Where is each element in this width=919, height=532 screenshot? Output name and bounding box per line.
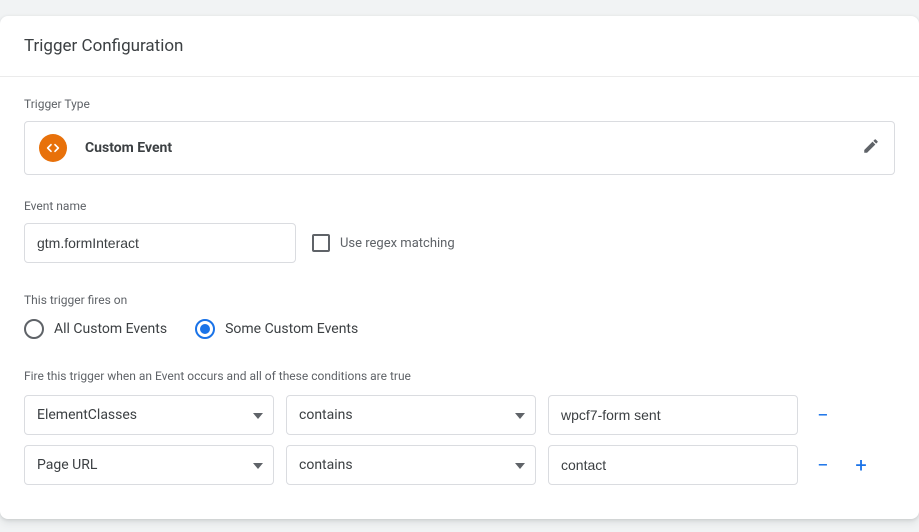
edit-icon[interactable] [862,137,880,159]
chevron-down-icon [515,457,525,473]
conditions-list: ElementClasses contains − [24,395,895,485]
code-icon [39,134,67,162]
select-value: contains [299,457,353,473]
conditions-label: Fire this trigger when an Event occurs a… [24,369,895,383]
condition-row: Page URL contains − + [24,445,895,485]
condition-operator-select[interactable]: contains [286,445,536,485]
radio-label: All Custom Events [54,321,167,337]
condition-row: ElementClasses contains − [24,395,895,435]
trigger-type-value: Custom Event [85,140,862,156]
condition-value-input[interactable] [548,445,798,485]
trigger-type-row[interactable]: Custom Event [24,121,895,175]
card-body: Trigger Type Custom Event Event name Use… [0,77,919,519]
event-name-label: Event name [24,199,895,213]
remove-condition-button[interactable]: − [810,402,836,428]
regex-checkbox-label: Use regex matching [340,236,455,251]
radio-icon [195,319,215,339]
select-value: ElementClasses [37,407,137,423]
add-condition-button[interactable]: + [848,452,874,478]
fires-on-radio-group: All Custom Events Some Custom Events [24,319,895,339]
chevron-down-icon [515,407,525,423]
regex-checkbox[interactable]: Use regex matching [312,234,455,252]
chevron-down-icon [253,407,263,423]
condition-value-input[interactable] [548,395,798,435]
radio-label: Some Custom Events [225,321,358,337]
card-title: Trigger Configuration [0,16,919,77]
select-value: Page URL [37,457,97,473]
checkbox-icon [312,234,330,252]
select-value: contains [299,407,353,423]
fires-on-label: This trigger fires on [24,293,895,307]
condition-operator-select[interactable]: contains [286,395,536,435]
event-name-input[interactable] [24,223,296,263]
trigger-config-card: Trigger Configuration Trigger Type Custo… [0,16,919,519]
chevron-down-icon [253,457,263,473]
remove-condition-button[interactable]: − [810,452,836,478]
radio-some-custom-events[interactable]: Some Custom Events [195,319,358,339]
radio-all-custom-events[interactable]: All Custom Events [24,319,167,339]
condition-variable-select[interactable]: Page URL [24,445,274,485]
radio-icon [24,319,44,339]
condition-variable-select[interactable]: ElementClasses [24,395,274,435]
trigger-type-label: Trigger Type [24,97,895,111]
